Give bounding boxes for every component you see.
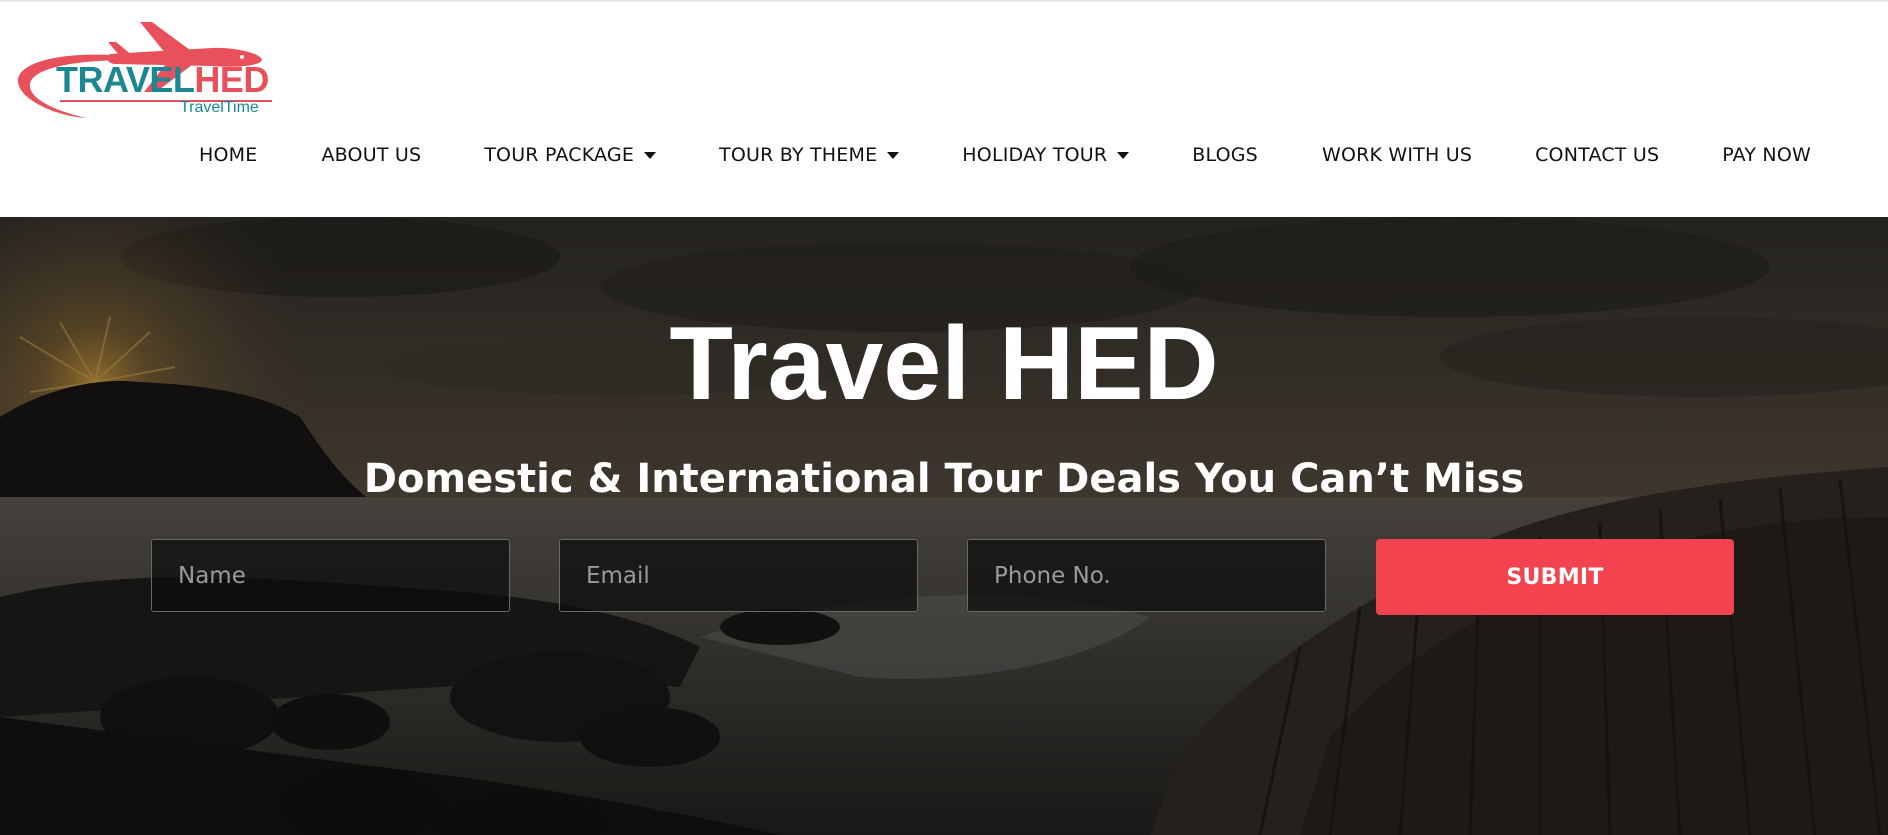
main-nav: HOME ABOUT US TOUR PACKAGE TOUR BY THEME… xyxy=(199,140,1811,170)
logo-wordmark-hed: HED xyxy=(194,59,269,100)
hero-banner: Travel HED Domestic & International Tour… xyxy=(0,217,1888,835)
caret-down-icon xyxy=(1117,151,1130,159)
hero-subtitle: Domestic & International Tour Deals You … xyxy=(363,456,1525,502)
nav-item-tour-by-theme[interactable]: TOUR BY THEME xyxy=(719,140,900,170)
logo-wordmark: TRAVELHED xyxy=(56,62,269,98)
nav-item-label: WORK WITH US xyxy=(1321,144,1473,166)
caret-down-icon xyxy=(644,151,657,159)
nav-item-holiday-tour[interactable]: HOLIDAY TOUR xyxy=(962,140,1130,170)
nav-item-work-with-us[interactable]: WORK WITH US xyxy=(1322,140,1472,170)
logo-tagline: TravelTime xyxy=(180,99,259,116)
logo-wordmark-travel: TRAVEL xyxy=(56,59,195,100)
nav-item-label: TOUR BY THEME xyxy=(719,144,878,166)
nav-item-home[interactable]: HOME xyxy=(199,140,257,170)
hero-title: Travel HED xyxy=(669,306,1219,422)
phone-input[interactable] xyxy=(967,539,1326,612)
nav-item-about-us[interactable]: ABOUT US xyxy=(321,140,421,170)
nav-item-label: BLOGS xyxy=(1192,144,1258,166)
nav-item-blogs[interactable]: BLOGS xyxy=(1192,140,1258,170)
nav-item-pay-now[interactable]: PAY NOW xyxy=(1722,140,1811,170)
nav-item-label: TOUR PACKAGE xyxy=(484,144,635,166)
nav-item-label: ABOUT US xyxy=(321,144,422,166)
travelhed-logo[interactable]: TRAVELHED TravelTime xyxy=(16,20,272,120)
nav-item-label: CONTACT US xyxy=(1535,144,1660,166)
nav-item-label: PAY NOW xyxy=(1722,144,1811,166)
submit-button[interactable]: SUBMIT xyxy=(1376,539,1734,615)
email-input[interactable] xyxy=(559,539,918,612)
nav-item-label: HOLIDAY TOUR xyxy=(962,144,1108,166)
nav-item-label: HOME xyxy=(199,144,258,166)
caret-down-icon xyxy=(887,151,900,159)
nav-item-contact-us[interactable]: CONTACT US xyxy=(1535,140,1659,170)
nav-item-tour-package[interactable]: TOUR PACKAGE xyxy=(484,140,657,170)
site-header: TRAVELHED TravelTime HOME ABOUT US TOUR … xyxy=(0,0,1888,217)
name-input[interactable] xyxy=(151,539,510,612)
